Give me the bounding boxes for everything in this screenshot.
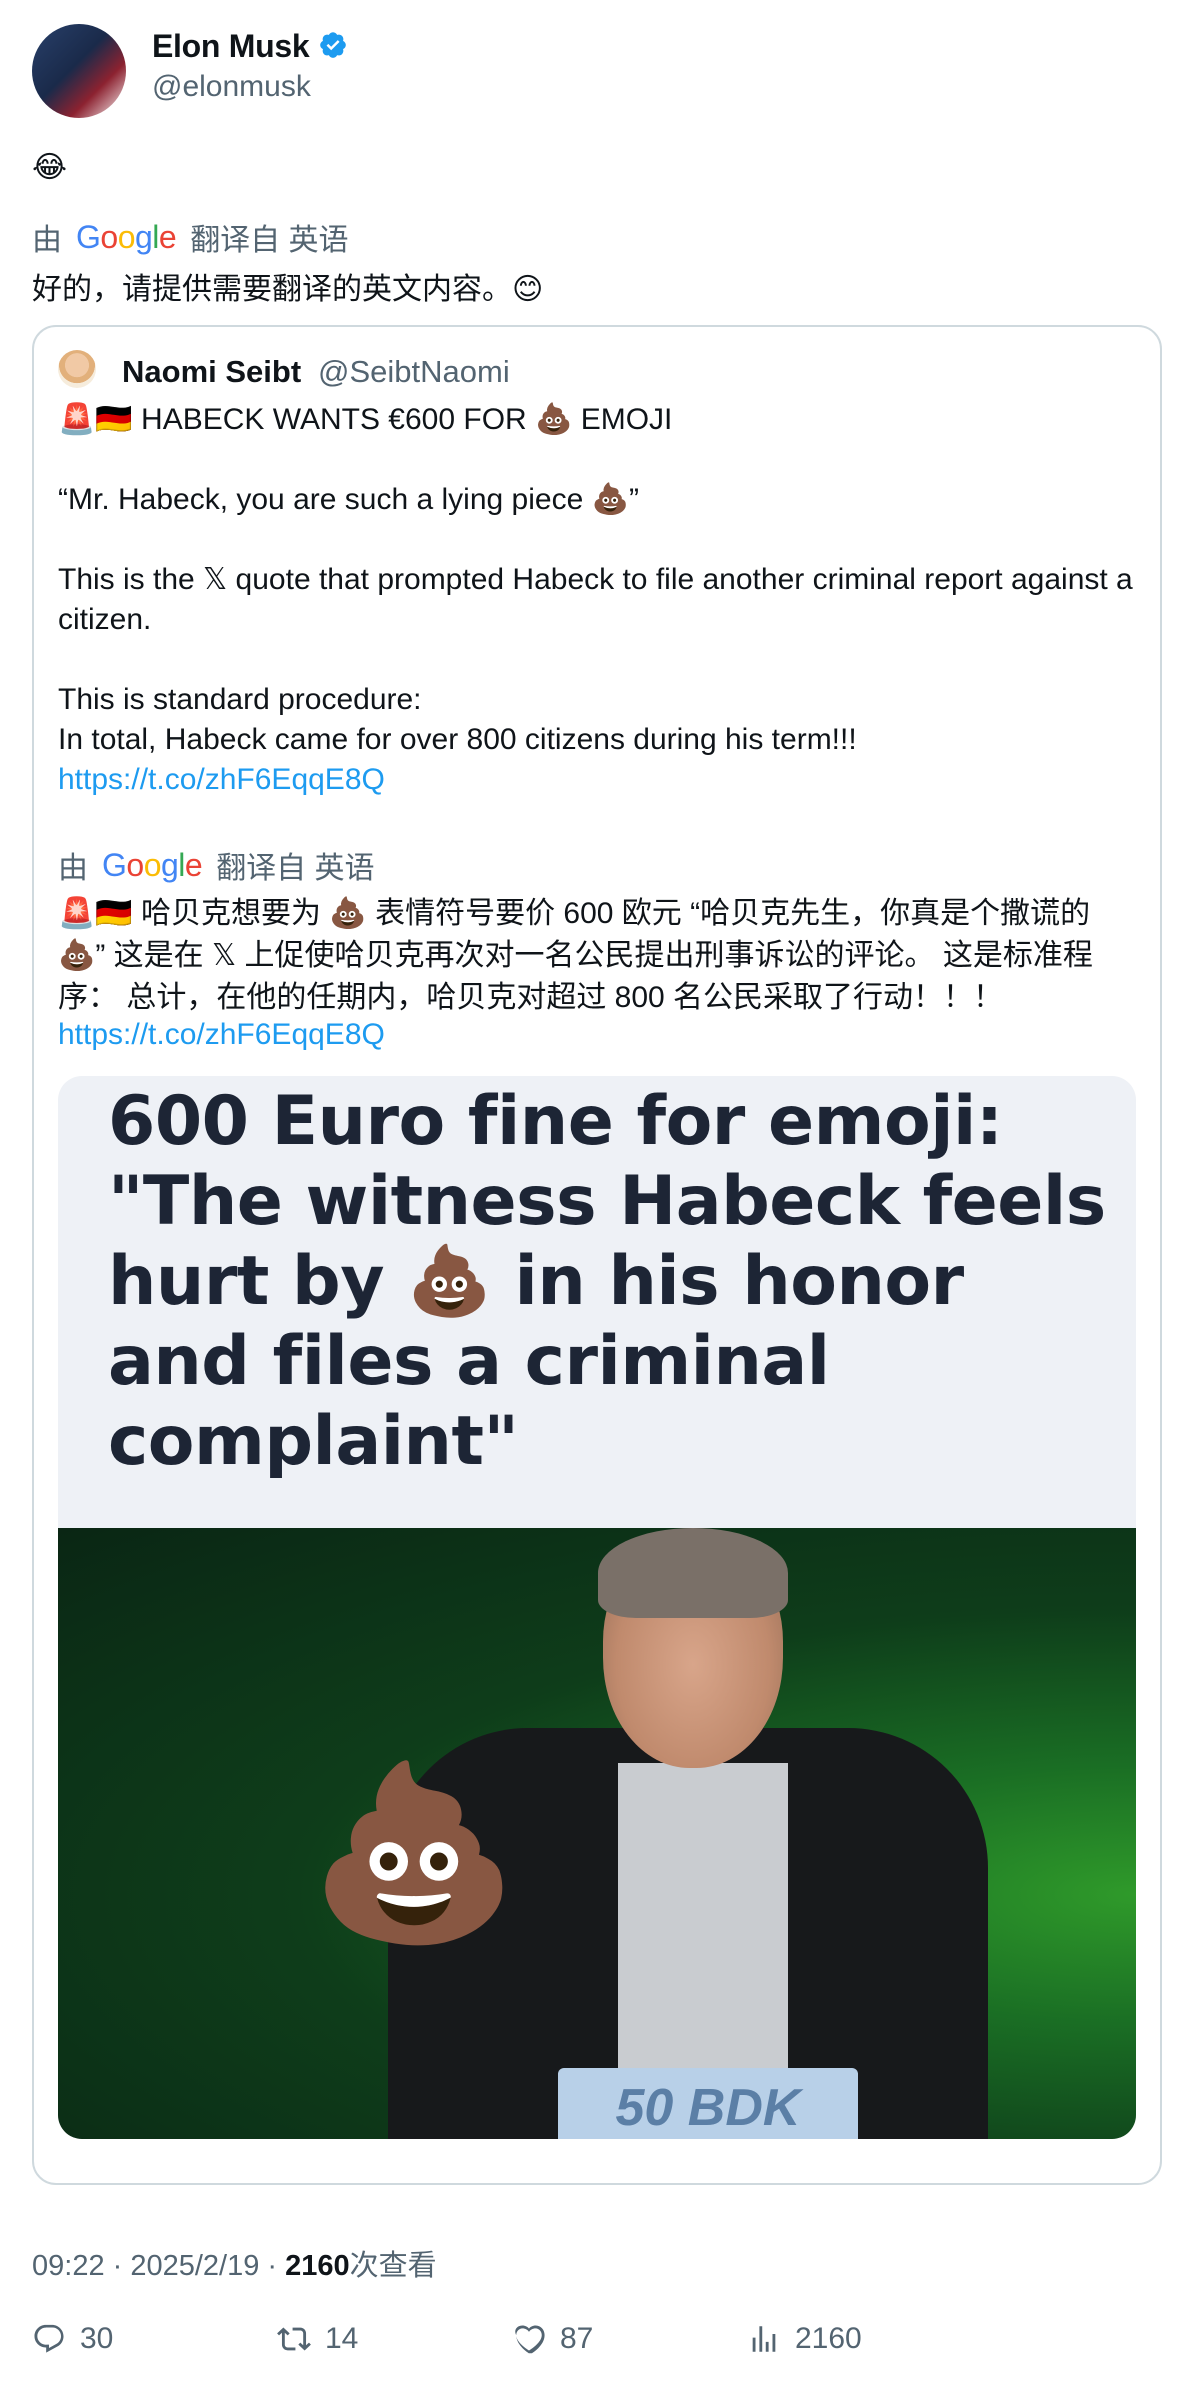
podium-sign: 50 BDK: [558, 2068, 858, 2139]
translated-from-label: 翻译自 英语: [190, 224, 349, 257]
google-logo: Google: [102, 846, 203, 883]
like-count: 87: [560, 2322, 594, 2355]
reply-count: 30: [80, 2322, 114, 2355]
view-count: 2160: [285, 2250, 350, 2282]
quoted-author-handle[interactable]: @SeibtNaomi: [318, 354, 510, 390]
quoted-text-line4: This is standard procedure:: [58, 683, 422, 716]
translation-attribution: 由 Google 翻译自 英语: [32, 215, 349, 259]
view-label: 次查看: [349, 2250, 437, 2282]
repost-count: 14: [325, 2322, 359, 2355]
poop-emoji-icon: 💩: [308, 1758, 520, 1948]
translated-by-prefix: 由: [58, 852, 88, 885]
views-count: 2160: [795, 2322, 862, 2355]
tweet-meta: 09:22 · 2025/2/19 · 2160次查看: [32, 2242, 437, 2284]
reply-icon: [34, 2324, 64, 2353]
tweet-text: 😂: [32, 151, 68, 184]
tweet-timestamp[interactable]: 09:22 · 2025/2/19 ·: [32, 2250, 285, 2282]
repost-button[interactable]: 14: [277, 2322, 358, 2356]
quoted-text-line3: This is the 𝕏 quote that prompted Habeck…: [58, 563, 1133, 636]
tweet-actions: 30 14 87 2160: [32, 2322, 1172, 2370]
quoted-text-line1: 🚨🇩🇪 HABECK WANTS €600 FOR 💩 EMOJI: [58, 403, 673, 436]
views-button[interactable]: 2160: [747, 2322, 862, 2356]
quoted-text-line2: “Mr. Habeck, you are such a lying piece …: [58, 483, 639, 516]
media-headline: 600 Euro fine for emoji: "The witness Ha…: [108, 1082, 1106, 1481]
quoted-link[interactable]: https://t.co/zhF6EqqE8Q: [58, 760, 1138, 800]
heart-icon: [515, 2325, 545, 2354]
quoted-author-avatar[interactable]: [58, 350, 96, 388]
quoted-author-name[interactable]: Naomi Seibt: [122, 354, 301, 390]
translated-from-label: 翻译自 英语: [216, 852, 375, 885]
media-photo: 💩 50 BDK: [58, 1528, 1136, 2139]
reply-button[interactable]: 30: [32, 2322, 113, 2356]
quoted-text-line5: In total, Habeck came for over 800 citiz…: [58, 723, 857, 756]
person-hair: [598, 1528, 788, 1618]
bar-chart-icon: [752, 2326, 776, 2352]
quoted-translation-link[interactable]: https://t.co/zhF6EqqE8Q: [58, 1015, 1138, 1055]
tweet-translation: 好的，请提供需要翻译的英文内容。😊: [32, 273, 544, 306]
google-logo: Google: [76, 218, 177, 255]
author-avatar[interactable]: [32, 24, 126, 118]
quoted-media-image[interactable]: 600 Euro fine for emoji: "The witness Ha…: [58, 1076, 1136, 2139]
author-handle[interactable]: @elonmusk: [152, 70, 311, 104]
author-name[interactable]: Elon Musk: [152, 28, 310, 65]
quoted-translation-attribution: 由 Google 翻译自 英语: [58, 843, 375, 887]
quoted-translation: 🚨🇩🇪 哈贝克想要为 💩 表情符号要价 600 欧元 “哈贝克先生，你真是个撒谎…: [58, 897, 1093, 1014]
like-button[interactable]: 87: [512, 2322, 593, 2356]
translated-by-prefix: 由: [32, 224, 62, 257]
verified-badge-icon: [320, 32, 346, 58]
repost-icon: [277, 2327, 311, 2351]
